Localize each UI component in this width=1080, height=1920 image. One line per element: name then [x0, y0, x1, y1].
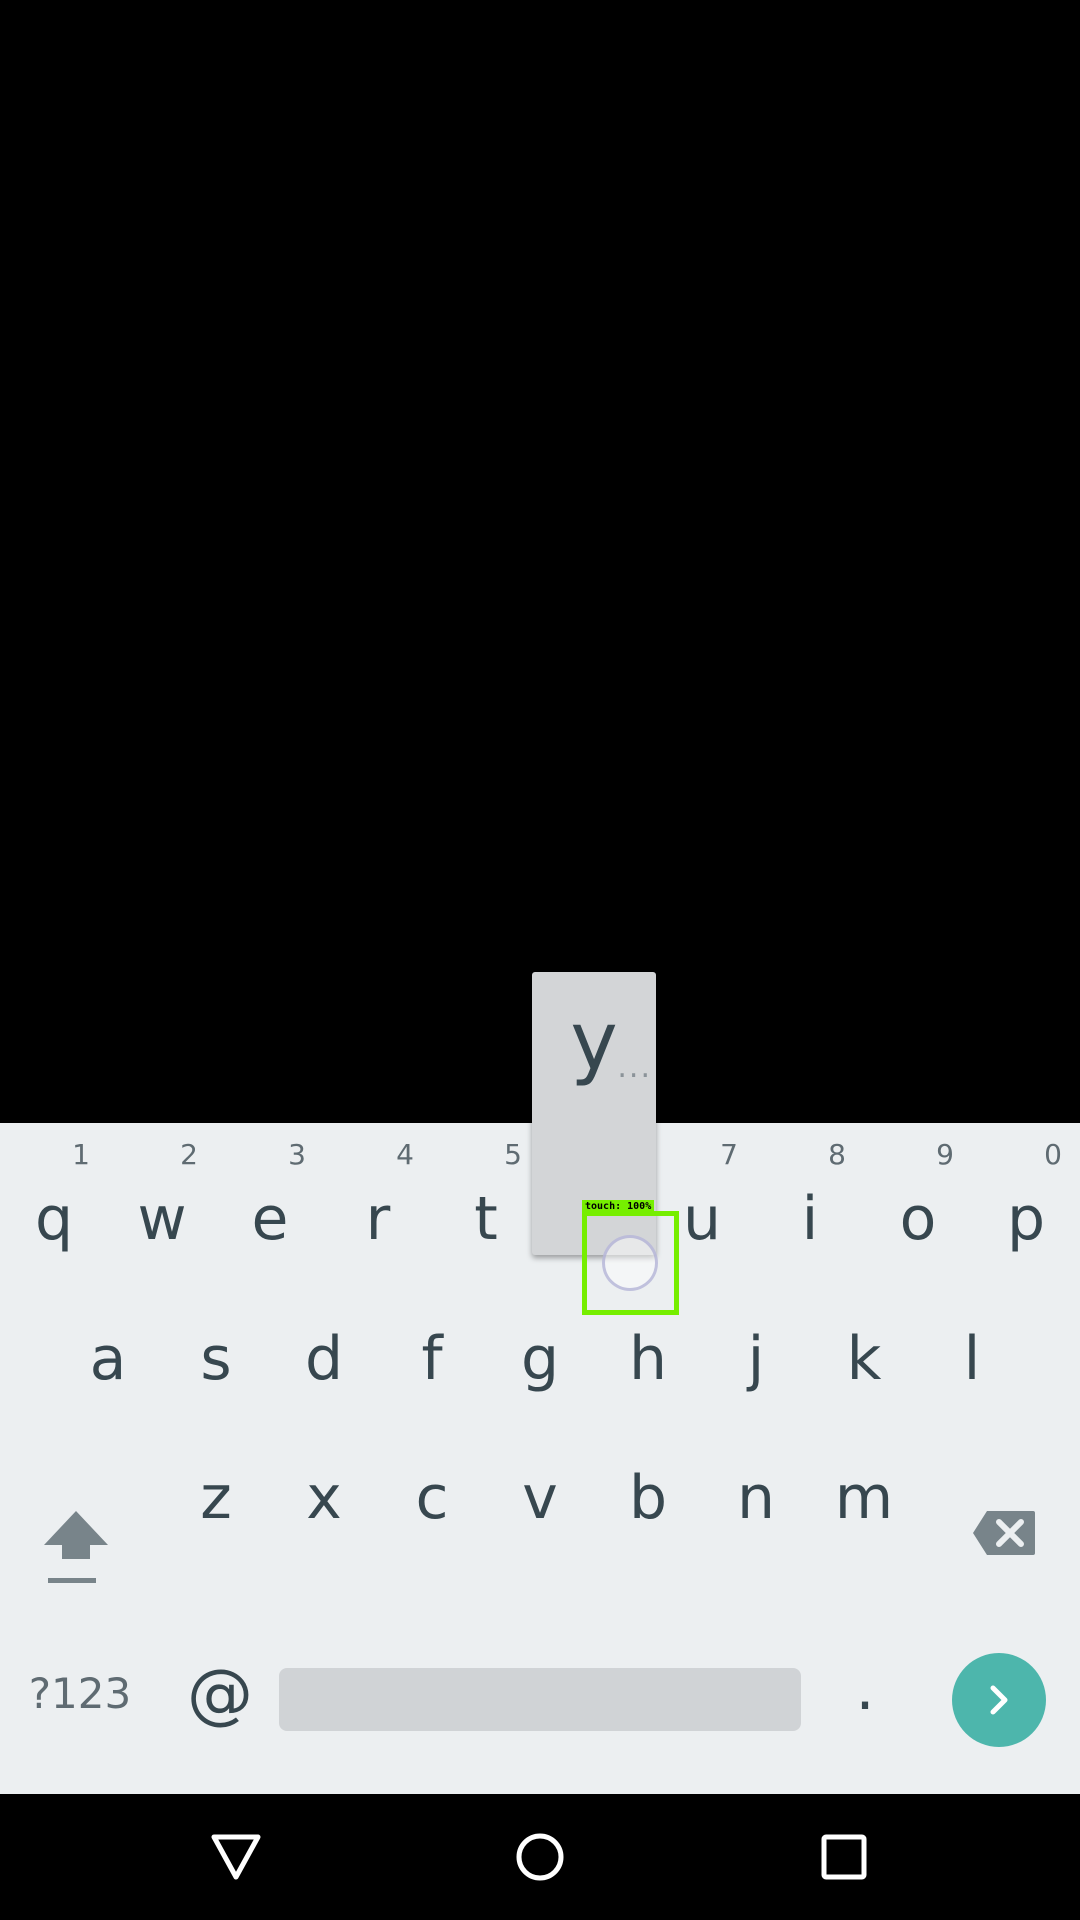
- key-label: q: [34, 1184, 74, 1254]
- more-keys-indicator: ...: [617, 1050, 652, 1085]
- key-hint: 5: [504, 1138, 522, 1171]
- recents-square-icon: [821, 1834, 867, 1880]
- key-label: o: [899, 1184, 937, 1254]
- key-hint: 4: [396, 1138, 414, 1171]
- key-k[interactable]: k: [810, 1273, 918, 1423]
- key-label: x: [306, 1463, 342, 1533]
- touch-label: touch: 100%: [582, 1200, 655, 1214]
- key-label: b: [628, 1463, 668, 1533]
- key-hint: 3: [288, 1138, 306, 1171]
- key-hint: 8: [828, 1138, 846, 1171]
- key-label: s: [200, 1324, 232, 1394]
- key-hint: 7: [720, 1138, 738, 1171]
- key-label: m: [834, 1463, 894, 1533]
- key-label: g: [520, 1324, 560, 1394]
- back-button[interactable]: [166, 1794, 306, 1920]
- key-label: z: [200, 1463, 232, 1533]
- recents-button[interactable]: [774, 1794, 914, 1920]
- backspace-key[interactable]: [971, 1508, 1037, 1558]
- key-l[interactable]: l: [918, 1273, 1026, 1423]
- home-button[interactable]: [470, 1794, 610, 1920]
- back-triangle-icon: [211, 1834, 261, 1880]
- key-label: f: [421, 1324, 443, 1394]
- key-g[interactable]: g: [486, 1273, 594, 1423]
- key-r[interactable]: 4 r: [324, 1123, 432, 1273]
- key-n[interactable]: n: [702, 1423, 810, 1573]
- key-t[interactable]: 5 t: [432, 1123, 540, 1273]
- period-key[interactable]: .: [830, 1644, 900, 1734]
- touch-point: [602, 1235, 658, 1291]
- key-m[interactable]: m: [810, 1423, 918, 1573]
- key-hint: 1: [72, 1138, 90, 1171]
- key-label: t: [474, 1184, 498, 1254]
- key-label: r: [365, 1184, 391, 1254]
- key-label: n: [736, 1463, 776, 1533]
- key-w[interactable]: 2 w: [108, 1123, 216, 1273]
- key-label: p: [1006, 1184, 1046, 1254]
- key-q[interactable]: 1 q: [0, 1123, 108, 1273]
- key-hint: 2: [180, 1138, 198, 1171]
- key-s[interactable]: s: [162, 1273, 270, 1423]
- key-label: i: [801, 1184, 819, 1254]
- key-p[interactable]: 0 p: [972, 1123, 1080, 1273]
- space-bar[interactable]: [279, 1668, 801, 1731]
- key-a[interactable]: a: [54, 1273, 162, 1423]
- key-hint: 0: [1044, 1138, 1062, 1171]
- key-label: l: [963, 1324, 981, 1394]
- key-label: d: [304, 1324, 344, 1394]
- key-c[interactable]: c: [378, 1423, 486, 1573]
- key-label: w: [137, 1184, 187, 1254]
- key-label: c: [415, 1463, 449, 1533]
- key-hint: 9: [936, 1138, 954, 1171]
- key-f[interactable]: f: [378, 1273, 486, 1423]
- key-o[interactable]: 9 o: [864, 1123, 972, 1273]
- backspace-icon: [973, 1511, 1035, 1555]
- key-b[interactable]: b: [594, 1423, 702, 1573]
- navigation-bar: [0, 1794, 1080, 1920]
- at-key[interactable]: @: [175, 1649, 265, 1739]
- app-content-area: [0, 0, 1080, 1123]
- key-label: k: [846, 1324, 882, 1394]
- key-i[interactable]: 8 i: [756, 1123, 864, 1273]
- key-label: a: [89, 1324, 127, 1394]
- key-label: v: [522, 1463, 558, 1533]
- key-j[interactable]: j: [702, 1273, 810, 1423]
- shift-icon: [44, 1511, 108, 1583]
- key-label: j: [747, 1324, 765, 1394]
- key-label: h: [628, 1324, 668, 1394]
- key-z[interactable]: z: [162, 1423, 270, 1573]
- key-e[interactable]: 3 e: [216, 1123, 324, 1273]
- screen: 1 q 2 w 3 e 4 r 5 t 6 y: [0, 0, 1080, 1920]
- key-d[interactable]: d: [270, 1273, 378, 1423]
- key-x[interactable]: x: [270, 1423, 378, 1573]
- key-v[interactable]: v: [486, 1423, 594, 1573]
- chevron-right-icon: [990, 1685, 1008, 1715]
- home-circle-icon: [516, 1833, 564, 1881]
- enter-key[interactable]: [952, 1653, 1046, 1747]
- key-label: e: [251, 1184, 289, 1254]
- symbols-mode-key[interactable]: ?123: [20, 1654, 140, 1734]
- shift-key[interactable]: [38, 1503, 114, 1593]
